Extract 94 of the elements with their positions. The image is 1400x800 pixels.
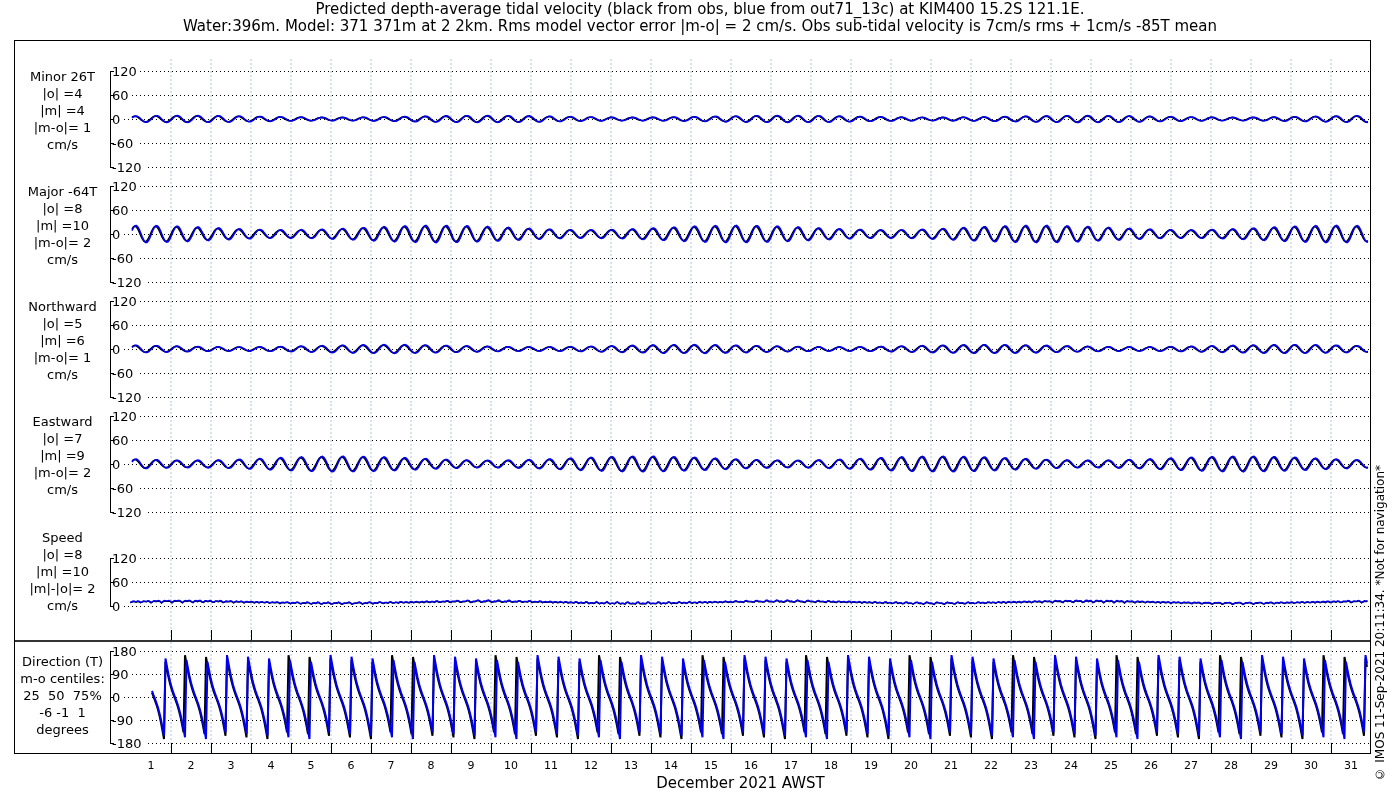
chart-title: Predicted depth-average tidal velocity (black from obs, blue from out71_13c) at KIM400 15.2S 121.1E. [315,1,1085,18]
x-tick-label: 20 [904,759,918,772]
panel-label: Major -64T [27,183,98,200]
y-tick-label: -60 [112,481,134,496]
x-tick-label: 14 [664,759,678,772]
y-tick-label: 120 [112,179,137,194]
panel-label: |m| =10 [36,563,89,580]
x-tick-label: 24 [1064,759,1078,772]
y-axis [110,557,115,607]
panel-label: |m-o|= 1 [33,119,92,136]
x-tick-label: 22 [984,759,998,772]
y-tick-label: 120 [112,294,137,309]
x-tick-label: 28 [1224,759,1238,772]
panel-label: Direction (T) [22,653,103,670]
y-tick-label: 60 [112,88,129,103]
y-tick-label: -120 [112,505,142,519]
y-tick-label: -60 [112,136,134,151]
y-tick-label: -60 [112,251,134,266]
x-tick-label: 25 [1104,759,1118,772]
x-tick-label: 3 [227,759,235,772]
x-axis-label: December 2021 AWST [656,774,825,792]
x-tick-label: 5 [307,759,315,772]
x-tick-label: 27 [1184,759,1198,772]
panel-label: Speed [42,529,83,546]
x-tick-label: 18 [824,759,838,772]
panel-label: -6 -1 1 [39,704,86,721]
chart-title: Water:396m. Model: 371 371m at 2 2km. Rms model vector error |m-o| = 2 cm/s. Obs sub-tidal velocity is 7cm/s rms + 1cm/s -85T mean [183,18,1217,35]
x-tick-label: 30 [1304,759,1318,772]
x-tick-label: 17 [784,759,798,772]
panel-label: cm/s [47,481,78,498]
x-tick-label: 15 [704,759,718,772]
y-tick-label: 0 [112,599,121,614]
x-tick-label: 9 [467,759,475,772]
panel-label: |o| =5 [42,315,83,332]
panel-label: Northward [28,298,97,315]
y-tick-label: -120 [112,160,142,174]
panel-label: |o| =8 [42,200,83,217]
x-tick-label: 29 [1264,759,1278,772]
panel-label: |m| =9 [40,447,85,464]
x-tick-label: 23 [1024,759,1038,772]
panel-label: |m-o|= 1 [33,349,92,366]
credit-text: © IMOS 11-Sep-2021 20:11:34. *Not for navigation* [1373,465,1387,781]
x-tick-label: 19 [864,759,878,772]
panel-label: |m| =4 [40,102,85,119]
panel-label: degrees [36,721,89,738]
y-tick-label: 60 [112,575,129,590]
panel-label: cm/s [47,597,78,614]
panel-label: Minor 26T [30,68,95,85]
y-tick-label: -90 [112,713,134,728]
panel-label: |o| =7 [42,430,83,447]
panel-label: m-o centiles: [20,670,105,687]
y-tick-label: -120 [112,390,142,404]
x-tick-label: 12 [584,759,598,772]
y-tick-label: 0 [112,342,121,357]
y-tick-label: 120 [112,551,137,566]
panel-label: |o| =8 [42,546,83,563]
x-tick-label: 6 [347,759,355,772]
y-tick-label: 60 [112,203,129,218]
y-tick-label: 0 [112,227,121,242]
x-tick-label: 16 [744,759,758,772]
panel-label: |m-o|= 2 [33,234,92,251]
y-tick-label: 180 [112,644,137,659]
x-tick-label: 10 [504,759,518,772]
x-tick-label: 4 [267,759,275,772]
x-tick-label: 7 [387,759,395,772]
panel-label: cm/s [47,366,78,383]
panel-label: |m-o|= 2 [33,464,92,481]
y-tick-label: 60 [112,318,129,333]
y-tick-label: 120 [112,64,137,79]
panel-label: cm/s [47,251,78,268]
y-tick-label: -120 [112,275,142,289]
x-tick-label: 21 [944,759,958,772]
x-tick-label: 1 [147,759,155,772]
panel-label: Eastward [32,413,93,430]
x-tick-label: 13 [624,759,638,772]
y-tick-label: 90 [112,667,129,682]
panel-label: |m| =10 [36,217,89,234]
y-tick-label: 120 [112,409,137,424]
y-tick-label: -60 [112,366,134,381]
x-tick-label: 2 [187,759,195,772]
x-tick-label: 26 [1144,759,1158,772]
y-tick-label: 0 [112,457,121,472]
y-tick-label: -180 [112,736,142,751]
panel-label: |o| =4 [42,85,83,102]
panel-label: |m| =6 [40,332,85,349]
x-tick-label: 31 [1344,759,1358,772]
y-tick-label: 0 [112,690,121,705]
y-tick-label: 0 [112,112,121,127]
x-tick-label: 11 [544,759,558,772]
x-tick-label: 8 [427,759,435,772]
panel-label: cm/s [47,136,78,153]
panel-label: 25 50 75% [23,687,102,704]
y-tick-label: 60 [112,433,129,448]
panel-label: |m|-|o|= 2 [29,580,96,597]
